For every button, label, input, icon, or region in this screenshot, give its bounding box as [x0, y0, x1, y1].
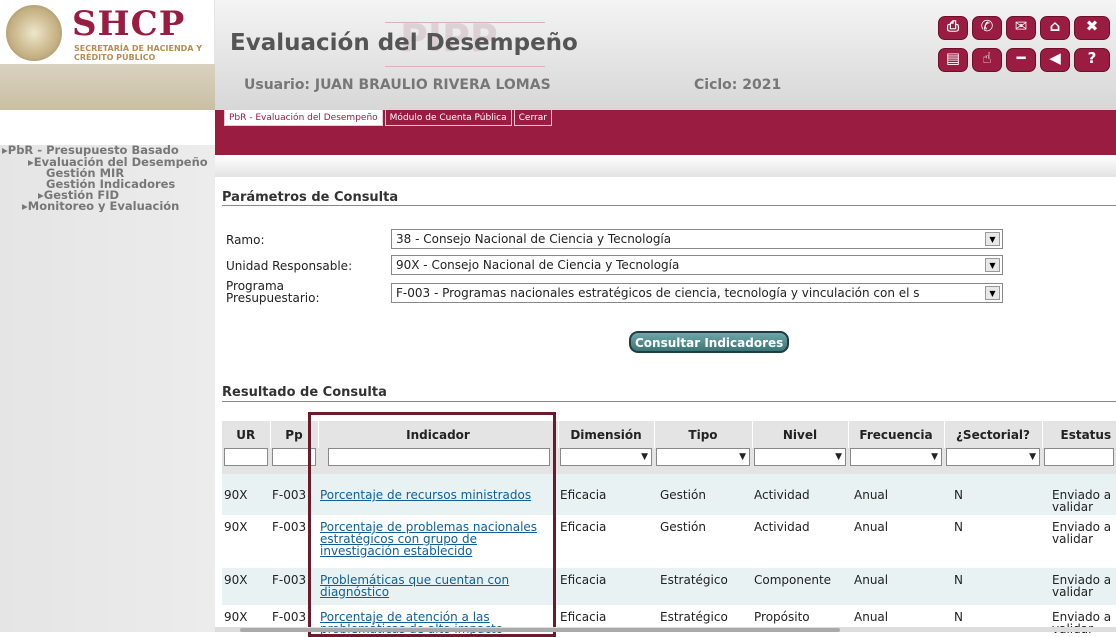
indicador-column-highlight — [308, 412, 556, 637]
cycle-label: Ciclo: 2021 — [694, 77, 782, 93]
col-header[interactable]: UR — [222, 421, 271, 448]
col-header[interactable]: Frecuencia — [848, 421, 945, 448]
cell-sectorial: N — [944, 568, 1042, 605]
app-title: Evaluación del Desempeño — [230, 30, 578, 56]
tab-evaluacion[interactable]: PbR - Evaluación del Desempeño — [224, 110, 383, 126]
back-icon[interactable]: ◀ — [1040, 48, 1070, 72]
sidebar-item-monitoreo[interactable]: ▸Monitoreo y Evaluación — [22, 201, 179, 212]
cell-frecuencia: Anual — [848, 568, 944, 605]
ur-value: 90X - Consejo Nacional de Ciencia y Tecn… — [396, 258, 680, 272]
chevron-down-icon: ▼ — [835, 452, 842, 462]
filter-ur-input[interactable] — [224, 448, 268, 466]
tab-bar: PbR - Evaluación del Desempeño Módulo de… — [224, 110, 552, 126]
logo-band — [0, 64, 215, 110]
cell-ur: 90X — [222, 515, 270, 568]
chevron-down-icon: ▼ — [931, 452, 938, 462]
sidebar-item-gestion-mir[interactable]: Gestión MIR — [46, 168, 124, 179]
sidebar-item-evaluacion[interactable]: ▸Evaluación del Desempeño — [28, 157, 208, 168]
tab-cuenta-publica[interactable]: Módulo de Cuenta Pública — [384, 110, 512, 126]
results-title: Resultado de Consulta — [222, 385, 387, 400]
col-header[interactable]: Dimensión — [558, 421, 655, 448]
cell-dimension: Eficacia — [558, 515, 654, 568]
spacer — [0, 110, 215, 145]
cell-sectorial: N — [944, 515, 1042, 568]
filter-sectorial-select[interactable]: ▼ — [946, 448, 1040, 466]
ur-select[interactable]: 90X - Consejo Nacional de Ciencia y Tecn… — [391, 255, 1003, 275]
pp-value: F-003 - Programas nacionales estratégico… — [396, 286, 920, 300]
chevron-down-icon: ▼ — [1029, 452, 1036, 462]
ramo-label: Ramo: — [226, 233, 265, 247]
cell-dimension: Eficacia — [558, 568, 654, 605]
pp-select[interactable]: F-003 - Programas nacionales estratégico… — [391, 283, 1003, 303]
col-header[interactable]: ¿Sectorial? — [944, 421, 1043, 448]
mail-icon[interactable]: ✉ — [1006, 16, 1036, 40]
tab-cerrar[interactable]: Cerrar — [513, 110, 552, 126]
cell-tipo: Gestión — [654, 474, 752, 515]
col-header[interactable]: Nivel — [752, 421, 849, 448]
filter-dimension-select[interactable]: ▼ — [560, 448, 652, 466]
sidebar-item-gestion-indicadores[interactable]: Gestión Indicadores — [46, 179, 175, 190]
filter-estatus-input[interactable] — [1044, 448, 1114, 466]
pp-label: Programa Presupuestario: — [226, 279, 320, 305]
logo-subtitle: SECRETARÍA DE HACIENDA Y CRÉDITO PÚBLICO — [74, 44, 203, 62]
sidebar-item-pbr[interactable]: ▸PbR - Presupuesto Basado — [2, 145, 179, 156]
cell-nivel: Actividad — [752, 474, 848, 515]
home-icon[interactable]: ⌂ — [1040, 16, 1070, 40]
close-icon[interactable]: ✖ — [1074, 16, 1110, 40]
filter-frecuencia-select[interactable]: ▼ — [850, 448, 942, 466]
ramo-value: 38 - Consejo Nacional de Ciencia y Tecno… — [396, 232, 672, 246]
filter-tipo-select[interactable]: ▼ — [656, 448, 750, 466]
cell-tipo: Estratégico — [654, 568, 752, 605]
filter-nivel-select[interactable]: ▼ — [754, 448, 846, 466]
divider — [222, 205, 1116, 206]
ur-label: Unidad Responsable: — [226, 259, 353, 273]
cell-dimension: Eficacia — [558, 474, 654, 515]
consultar-indicadores-button[interactable]: Consultar Indicadores — [629, 331, 790, 353]
help-icon[interactable]: ? — [1074, 48, 1110, 72]
chevron-down-icon: ▼ — [739, 452, 746, 462]
hand-icon[interactable]: ☝ — [972, 48, 1002, 72]
cell-estatus: Enviado a validar — [1042, 568, 1116, 605]
cell-ur: 90X — [222, 474, 270, 515]
cell-frecuencia: Anual — [848, 474, 944, 515]
chevron-down-icon: ▼ — [985, 232, 1000, 246]
content-header-bar — [215, 155, 1116, 177]
col-header[interactable]: Estatus — [1042, 421, 1116, 448]
cell-estatus: Enviado a validar — [1042, 474, 1116, 515]
chevron-down-icon: ▼ — [985, 258, 1000, 272]
user-label: Usuario: JUAN BRAULIO RIVERA LOMAS — [244, 77, 551, 93]
cell-nivel: Componente — [752, 568, 848, 605]
chevron-down-icon: ▼ — [641, 452, 648, 462]
cell-tipo: Gestión — [654, 515, 752, 568]
scrollbar-thumb[interactable] — [240, 628, 840, 632]
watermark-line — [385, 66, 545, 67]
col-header[interactable]: Tipo — [654, 421, 753, 448]
ramo-select[interactable]: 38 - Consejo Nacional de Ciencia y Tecno… — [391, 229, 1003, 249]
phone-icon[interactable]: ✆ — [972, 16, 1002, 40]
seal-icon — [6, 5, 62, 61]
print-icon[interactable]: ⎙ — [938, 16, 968, 40]
cell-sectorial: N — [944, 474, 1042, 515]
logo-text: SHCP — [72, 4, 186, 44]
sidebar: ▸PbR - Presupuesto Basado ▸Evaluación de… — [0, 145, 215, 632]
sidebar-item-gestion-fid[interactable]: ▸Gestión FID — [38, 190, 119, 201]
divider — [222, 401, 1116, 402]
minus-icon[interactable]: ━ — [1006, 48, 1036, 72]
cell-frecuencia: Anual — [848, 515, 944, 568]
cell-estatus: Enviado a validar — [1042, 515, 1116, 568]
cell-ur: 90X — [222, 568, 270, 605]
chevron-down-icon: ▼ — [985, 286, 1000, 300]
params-title: Parámetros de Consulta — [222, 190, 399, 205]
cell-nivel: Actividad — [752, 515, 848, 568]
document-icon[interactable]: ▤ — [938, 48, 968, 72]
